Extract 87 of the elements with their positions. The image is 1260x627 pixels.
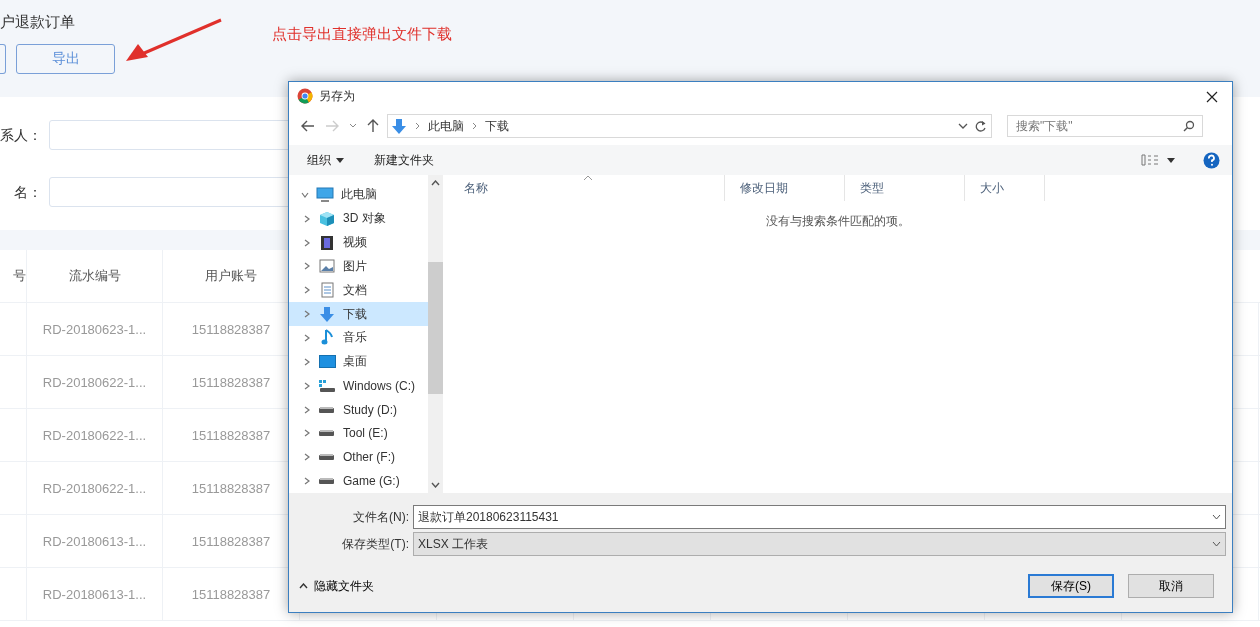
refresh-icon[interactable] <box>974 119 987 133</box>
scrollbar-thumb[interactable] <box>428 262 443 394</box>
cancel-button[interactable]: 取消 <box>1128 574 1214 598</box>
chevron-icon[interactable] <box>303 477 311 486</box>
folder-tree-item[interactable]: 此电脑 <box>289 183 428 207</box>
up-button[interactable] <box>365 119 381 133</box>
chevron-down-icon[interactable] <box>1212 541 1221 547</box>
column-header[interactable]: 名称 <box>449 175 725 201</box>
forward-arrow-icon <box>325 120 339 132</box>
annotation-text: 点击导出直接弹出文件下载 <box>272 25 452 44</box>
help-icon[interactable] <box>1203 151 1220 169</box>
chevron-icon[interactable] <box>303 334 311 342</box>
page-title: 户退款订单 <box>0 13 75 32</box>
chevron-down-icon <box>349 123 357 129</box>
caret-icon <box>336 157 344 163</box>
browser-logo-icon <box>297 88 313 104</box>
dialog-title: 另存为 <box>319 87 356 105</box>
drive-icon <box>318 453 336 462</box>
table-cell: RD-20180622-1... <box>27 462 163 514</box>
picture-icon <box>319 259 335 274</box>
field-label: 系人： <box>0 126 42 144</box>
search-field[interactable]: 搜索"下载" <box>1007 115 1203 137</box>
document-icon <box>320 282 334 299</box>
sort-caret-icon <box>583 175 593 181</box>
column-header: 流水编号 <box>27 250 163 302</box>
column-header[interactable]: 修改日期 <box>725 175 845 201</box>
folder-tree-item[interactable]: 3D 对象 <box>289 206 428 231</box>
download-arrow-icon <box>391 117 407 135</box>
chevron-right-icon <box>415 122 420 130</box>
chevron-right-icon <box>472 122 477 130</box>
chevron-icon[interactable] <box>303 238 311 247</box>
up-arrow-icon <box>367 119 379 133</box>
empty-message: 没有与搜索条件匹配的项。 <box>764 213 911 230</box>
scrollbar[interactable] <box>428 175 443 493</box>
chevron-up-icon <box>299 583 308 589</box>
chevron-icon[interactable] <box>303 429 311 438</box>
breadcrumb[interactable]: 下载 <box>485 117 509 135</box>
column-header[interactable]: 类型 <box>845 175 965 201</box>
chevron-icon[interactable] <box>303 262 311 271</box>
scroll-down-icon[interactable] <box>431 482 440 488</box>
close-icon <box>1206 90 1218 103</box>
chevron-icon[interactable] <box>303 405 311 414</box>
drive-icon <box>318 477 336 486</box>
chevron-icon[interactable] <box>303 381 311 390</box>
address-bar[interactable]: 此电脑 下载 <box>387 114 992 138</box>
back-button[interactable] <box>299 120 317 132</box>
breadcrumb[interactable]: 此电脑 <box>428 117 464 135</box>
chevron-down-icon[interactable] <box>1212 514 1221 520</box>
desktop-icon <box>318 355 336 369</box>
drive-icon <box>318 378 336 393</box>
computer-icon <box>316 186 334 203</box>
chevron-icon[interactable] <box>303 453 311 462</box>
field-label: 名： <box>13 183 42 201</box>
download-arrow-icon <box>319 305 335 323</box>
folder-tree-item[interactable]: 下载 <box>289 302 428 327</box>
chevron-icon[interactable] <box>301 190 309 199</box>
scroll-up-icon[interactable] <box>431 180 440 186</box>
recent-locations-button[interactable] <box>347 123 359 129</box>
hide-folders-button[interactable]: 隐藏文件夹 <box>299 577 374 595</box>
file-type-dropdown[interactable]: XLSX 工作表 <box>413 532 1226 556</box>
file-name-field[interactable]: 退款订单20180623115431 <box>413 505 1226 529</box>
table-cell: RD-20180623-1... <box>27 303 163 355</box>
partial-button[interactable] <box>0 44 6 74</box>
film-icon <box>320 234 334 251</box>
drive-icon <box>318 405 336 414</box>
table-cell: RD-20180622-1... <box>27 409 163 461</box>
drive-icon <box>318 429 336 438</box>
back-arrow-icon <box>301 120 315 132</box>
column-header[interactable]: 大小 <box>965 175 1045 201</box>
cube-icon <box>319 210 335 227</box>
chevron-icon[interactable] <box>303 286 311 295</box>
chevron-down-icon[interactable] <box>958 122 968 130</box>
table-cell: RD-20180622-1... <box>27 356 163 408</box>
save-button[interactable]: 保存(S) <box>1028 574 1114 598</box>
chevron-icon[interactable] <box>303 214 311 223</box>
field-label: 文件名(N): <box>352 508 409 526</box>
caret-icon[interactable] <box>1167 157 1175 163</box>
new-folder-button[interactable]: 新建文件夹 <box>374 151 434 169</box>
chevron-icon[interactable] <box>303 310 311 319</box>
search-icon <box>1183 120 1195 132</box>
organize-button[interactable]: 组织 <box>307 151 344 169</box>
table-cell: RD-20180613-1... <box>27 568 163 620</box>
field-label: 保存类型(T): <box>341 535 409 553</box>
chevron-icon[interactable] <box>303 357 311 366</box>
table-cell: RD-20180613-1... <box>27 515 163 567</box>
music-note-icon <box>321 329 333 347</box>
column-header: 号 <box>0 250 27 302</box>
